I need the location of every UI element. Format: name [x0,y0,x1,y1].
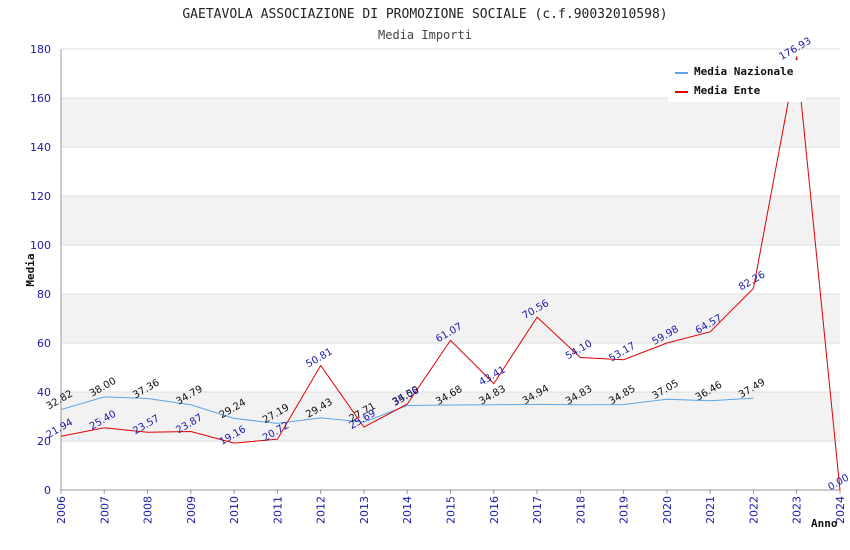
y-tick-label: 100 [30,239,51,252]
x-tick-label: 2018 [574,496,587,524]
x-tick-label: 2007 [98,496,111,524]
x-tick-label: 2013 [358,496,371,524]
x-tick-label: 2012 [315,496,328,524]
line-chart: GAETAVOLA ASSOCIAZIONE DI PROMOZIONE SOC… [24,7,850,530]
x-tick-label: 2016 [488,496,501,524]
y-tick-label: 40 [37,386,51,399]
legend-label-national: Media Nazionale [694,65,794,78]
x-tick-label: 2017 [531,496,544,524]
x-tick-label: 2020 [661,496,674,524]
y-tick-label: 80 [37,288,51,301]
data-label-ente: 53.17 [607,341,637,365]
legend: Media Nazionale Media Ente [668,60,806,102]
y-tick-label: 60 [37,337,51,350]
y-tick-label: 180 [30,43,51,56]
x-tick-label: 2021 [704,496,717,524]
y-tick-label: 140 [30,141,51,154]
grid-band [61,98,840,147]
x-tick-label: 2011 [271,496,284,524]
x-tick-label: 2019 [618,496,631,524]
data-label-ente: 43.41 [477,365,507,389]
y-tick-label: 120 [30,190,51,203]
y-tick-label: 0 [44,484,51,497]
x-tick-label: 2010 [228,496,241,524]
x-tick-label: 2014 [401,496,414,524]
x-axis-label: Anno [811,517,838,530]
grid-band [61,196,840,245]
legend-label-ente: Media Ente [694,84,761,97]
x-tick-label: 2008 [142,496,155,524]
chart-title: GAETAVOLA ASSOCIAZIONE DI PROMOZIONE SOC… [182,7,667,22]
x-tick-label: 2015 [445,496,458,524]
x-tick-label: 2009 [185,496,198,524]
x-tick-label: 2022 [747,496,760,524]
x-tick-label: 2006 [55,496,68,524]
x-tick-labels: 2006 2007 2008 2009 2010 2011 2012 2013 2014 2015… [55,490,847,524]
y-axis-label: Media [24,253,37,286]
chart-subtitle: Media Importi [378,28,472,42]
y-tick-label: 160 [30,92,51,105]
x-tick-label: 2023 [791,496,804,524]
